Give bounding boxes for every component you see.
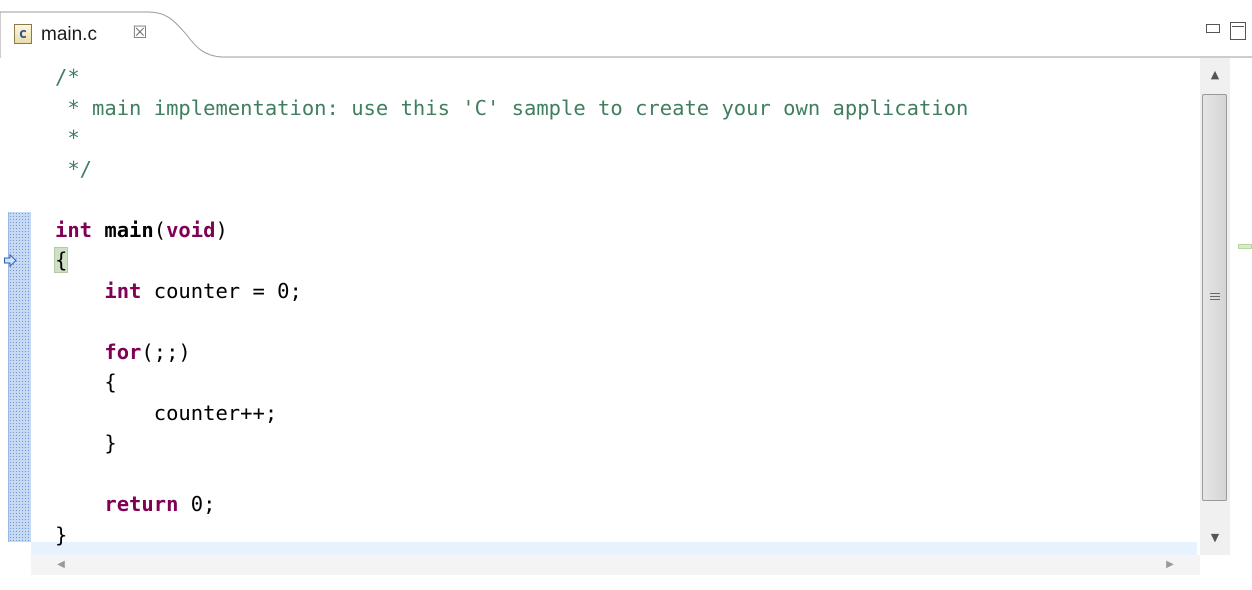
- comment-token: * main implementation: use this 'C' samp…: [55, 95, 969, 120]
- code-token: }: [55, 431, 117, 455]
- scroll-down-arrow-icon[interactable]: ▼: [1200, 521, 1230, 555]
- code-line: *: [55, 123, 968, 154]
- keyword-token: void: [166, 217, 216, 242]
- code-line: counter++;: [55, 398, 968, 429]
- scrollbar-grip-icon: [1210, 293, 1220, 302]
- keyword-token: int: [55, 217, 93, 242]
- source-code: /* * main implementation: use this 'C' s…: [53, 62, 968, 551]
- code-line: {: [55, 367, 968, 398]
- overview-ruler-mark[interactable]: [1238, 244, 1252, 249]
- code-token: (;;): [141, 339, 191, 364]
- code-line: }: [55, 520, 968, 551]
- code-token: main: [104, 217, 154, 242]
- code-token: counter++;: [55, 400, 278, 425]
- matching-brace: {: [53, 247, 69, 273]
- overview-ruler[interactable]: [1230, 58, 1252, 555]
- code-editor: /* * main implementation: use this 'C' s…: [0, 58, 1252, 590]
- scroll-right-arrow-icon[interactable]: ▶: [1156, 555, 1184, 575]
- code-token: {: [55, 370, 117, 394]
- scroll-left-arrow-icon[interactable]: ◀: [47, 555, 75, 575]
- code-line: {: [53, 245, 968, 276]
- code-line: return 0;: [55, 489, 968, 520]
- close-icon[interactable]: ☒: [130, 22, 150, 44]
- code-token: counter = 0;: [141, 278, 302, 303]
- code-token: }: [55, 522, 68, 547]
- code-line: */: [55, 154, 968, 185]
- scroll-up-arrow-icon[interactable]: ▲: [1200, 58, 1230, 92]
- vertical-scrollbar-thumb[interactable]: [1202, 94, 1227, 501]
- horizontal-scrollbar[interactable]: ◀ ▶: [31, 555, 1200, 575]
- code-line: int main(void): [55, 215, 968, 246]
- code-line: }: [55, 428, 968, 459]
- keyword-token: return: [104, 492, 179, 516]
- keyword-token: int: [104, 278, 142, 303]
- code-line: /*: [55, 62, 968, 93]
- instruction-pointer-arrow-icon: [4, 254, 17, 267]
- comment-token: */: [55, 156, 93, 181]
- code-token: (: [153, 217, 167, 242]
- vertical-scrollbar[interactable]: ▲ ▼: [1200, 58, 1230, 555]
- code-line: for(;;): [55, 337, 968, 368]
- code-line: int counter = 0;: [55, 276, 968, 307]
- tab-outline: [0, 11, 1252, 58]
- tab-title: main.c: [41, 24, 97, 45]
- minimize-icon[interactable]: [1206, 24, 1220, 33]
- code-text-area[interactable]: /* * main implementation: use this 'C' s…: [31, 58, 1200, 555]
- c-source-file-icon: c: [14, 24, 32, 44]
- code-token: ): [215, 217, 228, 242]
- comment-token: *: [55, 126, 80, 150]
- keyword-token: for: [104, 339, 142, 364]
- code-line: * main implementation: use this 'C' samp…: [55, 93, 968, 124]
- editor-tab-bar: c main.c ☒: [0, 0, 1252, 58]
- comment-token: /*: [55, 65, 80, 89]
- code-token: 0;: [178, 492, 216, 516]
- maximize-icon[interactable]: [1230, 22, 1246, 40]
- vertical-ruler[interactable]: [0, 58, 31, 590]
